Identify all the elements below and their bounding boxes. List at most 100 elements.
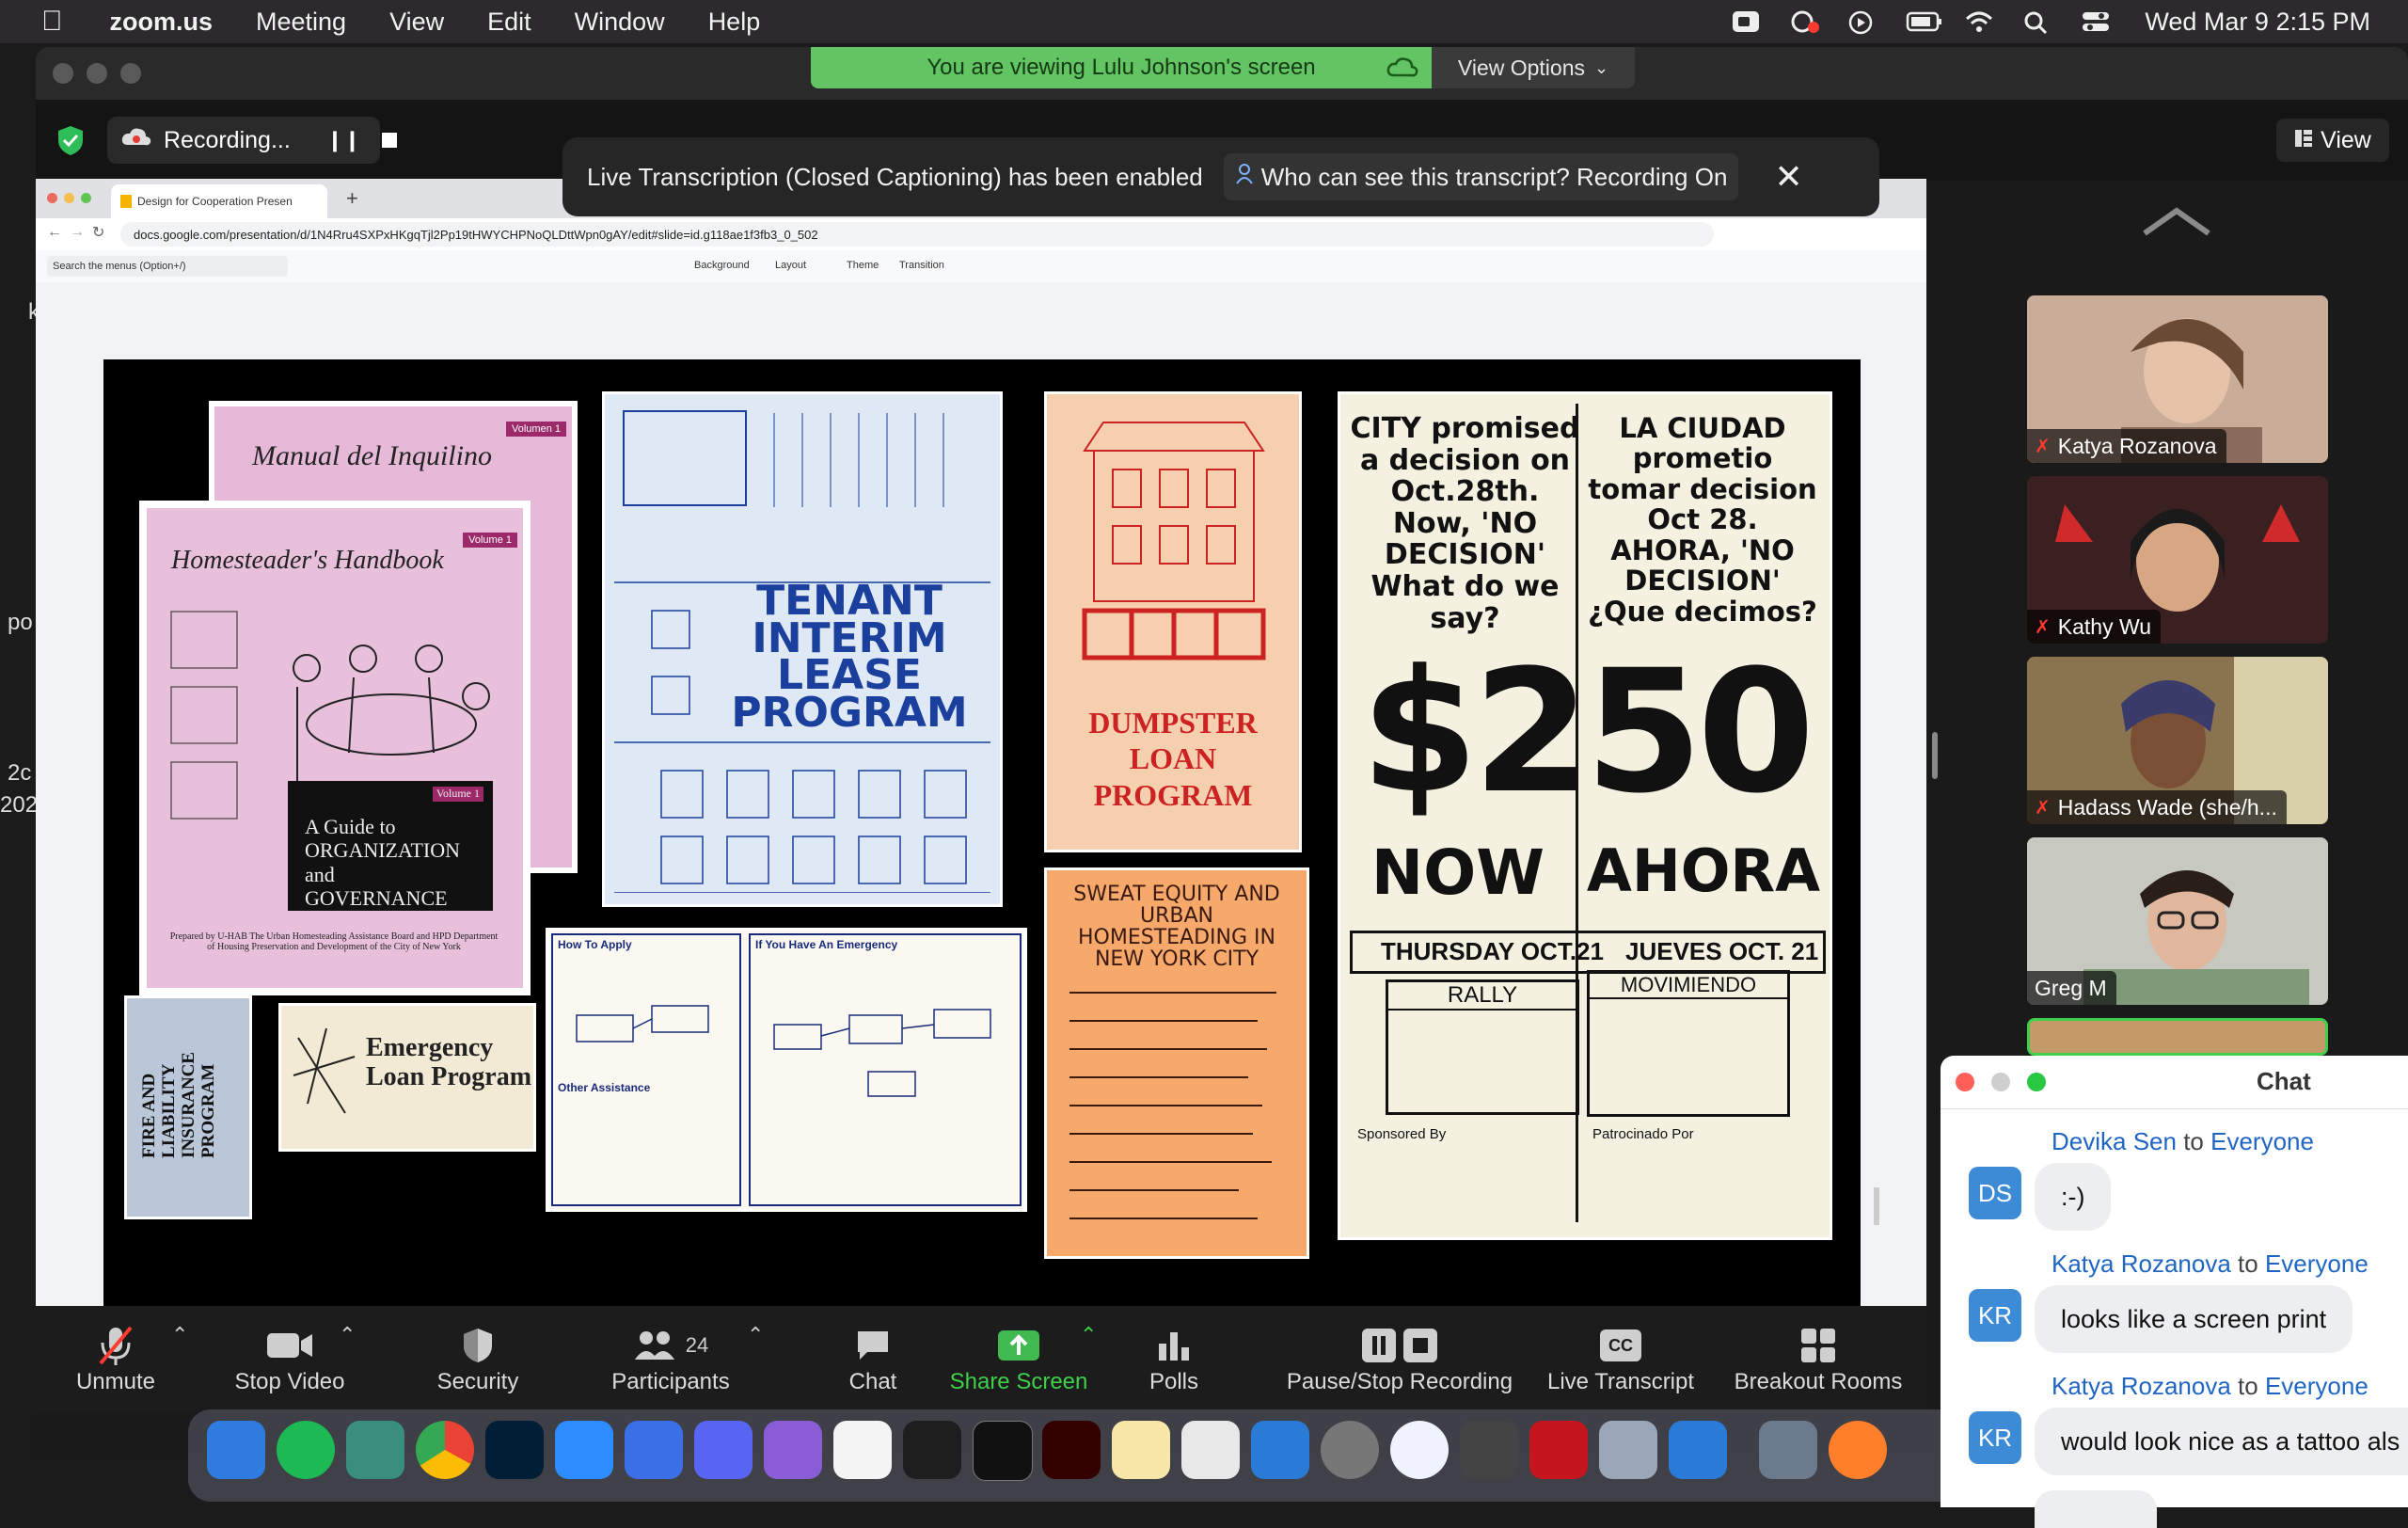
video-options-caret[interactable]: ⌃: [339, 1323, 356, 1347]
preview-icon[interactable]: [1599, 1421, 1657, 1479]
calculator-icon[interactable]: [1460, 1421, 1518, 1479]
textedit-icon[interactable]: [1181, 1421, 1240, 1479]
zoom-icon[interactable]: [555, 1421, 613, 1479]
menu-edit[interactable]: Edit: [487, 8, 531, 37]
signal-icon[interactable]: [625, 1421, 683, 1479]
participants-button[interactable]: 24 Participants: [600, 1306, 741, 1411]
close-icon[interactable]: ✕: [1774, 157, 1802, 197]
slide-scroll-thumb[interactable]: [1874, 1187, 1879, 1225]
window-zoom-button[interactable]: [120, 63, 141, 84]
play-status-icon[interactable]: [1847, 9, 1877, 35]
zoom-status-icon[interactable]: [1731, 9, 1761, 34]
chat-button[interactable]: Chat: [826, 1306, 920, 1411]
illustrator-icon[interactable]: [1042, 1421, 1101, 1479]
figma-icon[interactable]: [903, 1421, 961, 1479]
video-tile-kathy[interactable]: ✗ Kathy Wu: [2027, 476, 2328, 644]
browser-min-dot[interactable]: [64, 193, 74, 203]
terminal-icon[interactable]: [973, 1421, 1033, 1481]
recording-indicator[interactable]: Recording... ❙❙: [107, 117, 397, 164]
breakout-rooms-button[interactable]: Breakout Rooms: [1729, 1306, 1908, 1411]
window-close-button[interactable]: [53, 63, 73, 84]
menu-clock[interactable]: Wed Mar 9 2:15 PM: [2145, 8, 2370, 37]
menu-window[interactable]: Window: [575, 8, 665, 37]
system-preferences-icon[interactable]: [1321, 1421, 1379, 1479]
transcript-visibility-link[interactable]: Who can see this transcript? Recording O…: [1223, 153, 1739, 200]
camera-icon: [265, 1322, 314, 1369]
menu-help[interactable]: Help: [708, 8, 761, 37]
toolbar-background[interactable]: Background: [694, 260, 750, 271]
creative-cloud-icon[interactable]: [1789, 9, 1820, 34]
share-screen-button[interactable]: Share Screen: [939, 1306, 1099, 1411]
chrome-icon[interactable]: [416, 1421, 474, 1479]
pause-recording-icon[interactable]: ❙❙: [326, 128, 361, 152]
downloads-icon[interactable]: [1759, 1421, 1817, 1479]
battery-icon[interactable]: [1906, 9, 1942, 34]
control-center-icon[interactable]: [2081, 9, 2111, 34]
encryption-shield-icon[interactable]: [56, 124, 85, 161]
chat-recipient[interactable]: Everyone: [2265, 1249, 2368, 1278]
acrobat-icon[interactable]: [1529, 1421, 1588, 1479]
stop-video-button[interactable]: Stop Video: [224, 1306, 356, 1411]
reload-icon[interactable]: ↻: [92, 223, 104, 242]
chevron-up-icon[interactable]: [2141, 205, 2212, 242]
firefox-icon[interactable]: [1829, 1421, 1887, 1479]
wifi-icon[interactable]: [1964, 9, 1994, 34]
finder-icon[interactable]: [207, 1421, 265, 1479]
toolbar-transition[interactable]: Transition: [899, 260, 944, 271]
stop-recording-icon[interactable]: [381, 127, 397, 154]
spotify-icon[interactable]: [277, 1421, 335, 1479]
polls-label: Polls: [1149, 1369, 1199, 1394]
presentation-slide[interactable]: Manual del Inquilino Volumen 1 Homestead…: [103, 359, 1879, 1306]
participants-options-caret[interactable]: ⌃: [747, 1323, 764, 1347]
pause-stop-recording-button[interactable]: Pause/Stop Recording: [1277, 1306, 1522, 1411]
browser-close-dot[interactable]: [47, 193, 57, 203]
toolbar-theme[interactable]: Theme: [847, 260, 879, 271]
chat-close-button[interactable]: [1956, 1073, 1974, 1091]
view-options-button[interactable]: View Options ⌄: [1432, 47, 1635, 88]
url-field[interactable]: docs.google.com/presentation/d/1N4Rru4SX…: [120, 222, 1714, 247]
search-menus-input[interactable]: Search the menus (Option+/): [47, 256, 288, 277]
chat-sender[interactable]: Katya Rozanova: [2052, 1372, 2231, 1400]
video-tile-hadass[interactable]: ✗ Hadass Wade (she/h...: [2027, 657, 2328, 824]
video-tile-self[interactable]: [2027, 1018, 2328, 1056]
chat-title: Chat: [2257, 1067, 2311, 1095]
search-icon[interactable]: [2022, 9, 2052, 35]
view-layout-button[interactable]: View: [2276, 119, 2389, 162]
split-drag-handle[interactable]: [1932, 732, 1938, 779]
new-tab-icon[interactable]: +: [346, 186, 358, 211]
slack-icon[interactable]: [833, 1421, 892, 1479]
shared-screen[interactable]: Design for Cooperation Presen + ← → ↻ do…: [36, 179, 1926, 1306]
photoshop-icon[interactable]: [485, 1421, 544, 1479]
browser-max-dot[interactable]: [81, 193, 91, 203]
menu-meeting[interactable]: Meeting: [256, 8, 346, 37]
menu-app-name[interactable]: zoom.us: [110, 8, 214, 37]
discord-icon[interactable]: [694, 1421, 752, 1479]
toolbar-layout[interactable]: Layout: [775, 260, 806, 271]
security-button[interactable]: Security: [421, 1306, 534, 1411]
safari-icon[interactable]: [1390, 1421, 1449, 1479]
notes-icon[interactable]: [1112, 1421, 1170, 1479]
chat-recipient[interactable]: Everyone: [2210, 1127, 2314, 1155]
back-icon[interactable]: ←: [47, 224, 62, 241]
audio-options-caret[interactable]: ⌃: [171, 1323, 188, 1347]
chat-sender[interactable]: Devika Sen: [2052, 1127, 2177, 1155]
apple-icon[interactable]: : [41, 6, 63, 38]
keynote-icon[interactable]: [1251, 1421, 1309, 1479]
chat-recipient[interactable]: Everyone: [2265, 1372, 2368, 1400]
chat-minimize-button[interactable]: [1991, 1073, 2010, 1091]
live-transcript-button[interactable]: CC Live Transcript: [1541, 1306, 1701, 1411]
atom-icon[interactable]: [346, 1421, 404, 1479]
share-options-caret[interactable]: ⌃: [1080, 1323, 1097, 1347]
forward-icon[interactable]: →: [70, 224, 85, 241]
chat-zoom-button[interactable]: [2027, 1073, 2046, 1091]
video-tile-katya[interactable]: ✗ Katya Rozanova: [2027, 295, 2328, 463]
chat-sender[interactable]: Katya Rozanova: [2052, 1249, 2231, 1278]
unmute-button[interactable]: Unmute: [64, 1306, 167, 1411]
menu-view[interactable]: View: [389, 8, 444, 37]
github-desktop-icon[interactable]: [764, 1421, 822, 1479]
window-minimize-button[interactable]: [87, 63, 107, 84]
roblox-studio-icon[interactable]: [1669, 1421, 1727, 1479]
polls-button[interactable]: Polls: [1127, 1306, 1221, 1411]
video-tile-greg[interactable]: Greg M: [2027, 837, 2328, 1005]
browser-tab[interactable]: Design for Cooperation Presen: [111, 184, 327, 218]
